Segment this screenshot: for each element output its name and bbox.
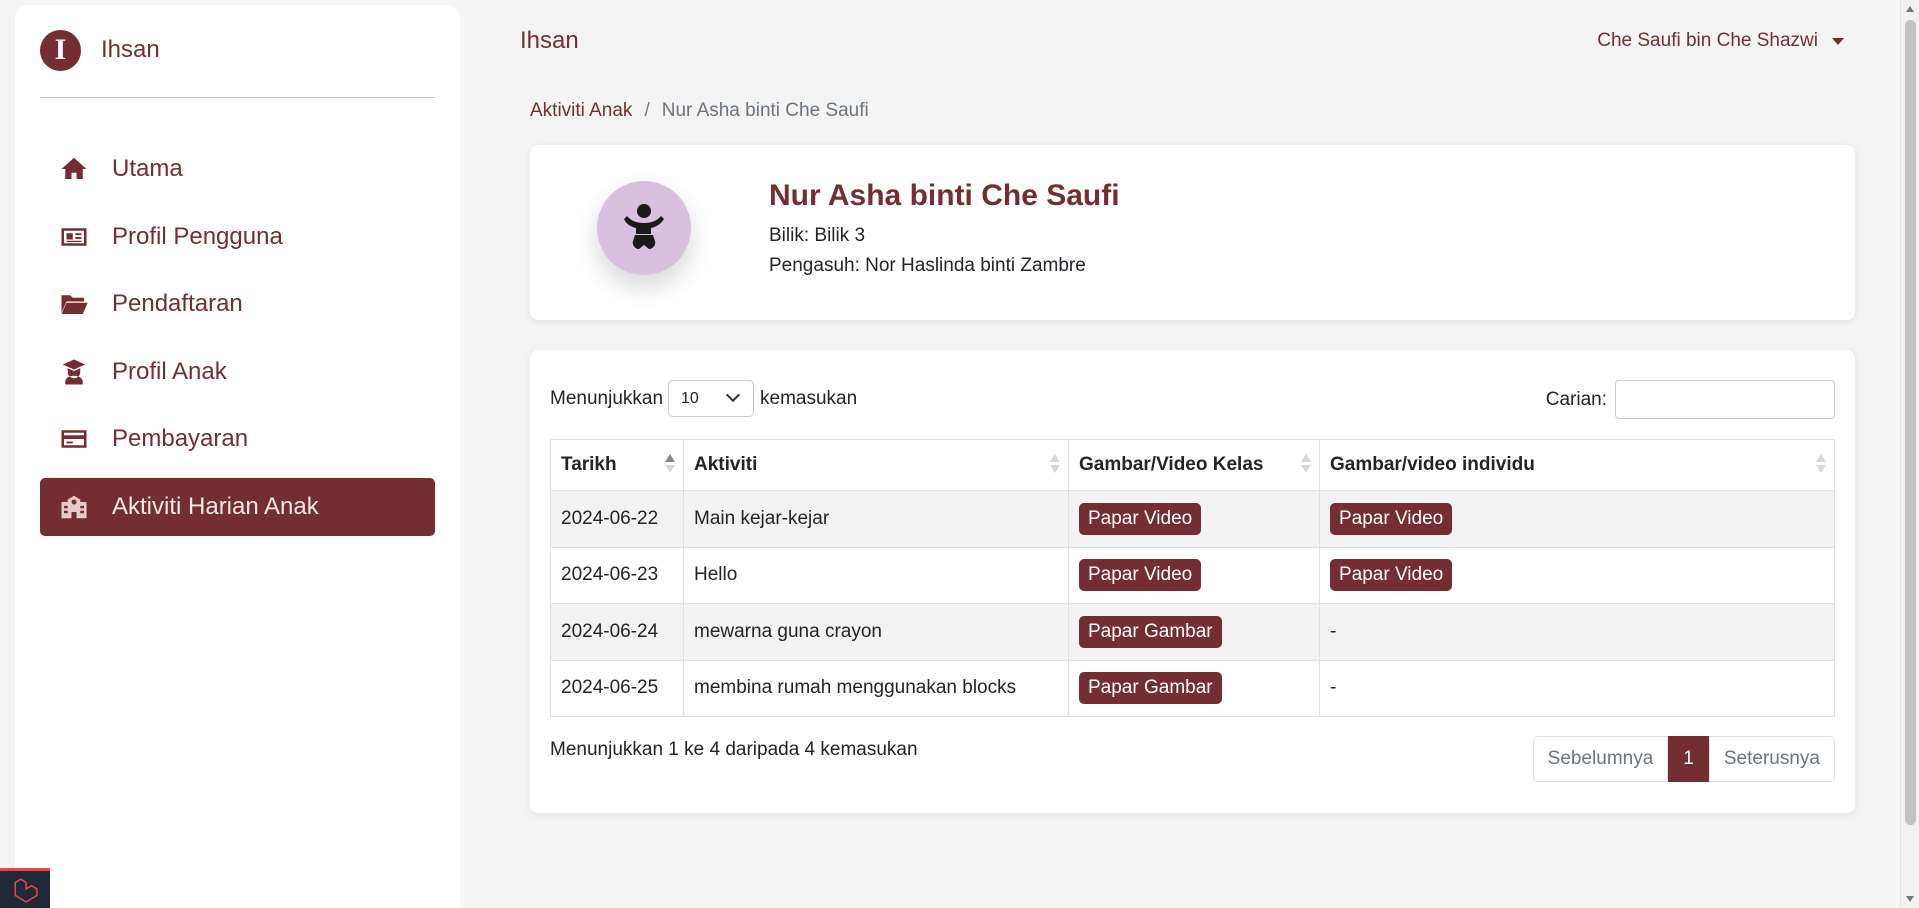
sidebar-item-label: Pembayaran	[112, 425, 249, 452]
home-icon	[58, 153, 90, 185]
show-video-button[interactable]: Papar Video	[1330, 502, 1453, 535]
show-video-button[interactable]: Papar Video	[1330, 559, 1453, 592]
entries-label: kemasukan	[760, 387, 858, 409]
pagination-next-button[interactable]: Seterusnya	[1708, 736, 1835, 782]
page-length-control: Menunjukkan 10 kemasukan	[550, 380, 857, 417]
cell-date: 2024-06-23	[550, 546, 684, 604]
sidebar-item-pendaftaran[interactable]: Pendaftaran	[40, 275, 435, 333]
show-label: Menunjukkan	[550, 387, 664, 409]
table-row: 2024-06-24 mewarna guna crayon Papar Gam…	[550, 603, 1835, 661]
column-header-gambar-video-kelas[interactable]: Gambar/Video Kelas	[1068, 439, 1320, 491]
cell-activity: membina rumah menggunakan blocks	[683, 659, 1069, 717]
child-name: Nur Asha binti Che Saufi	[769, 179, 1120, 212]
breadcrumb-separator: /	[644, 100, 650, 121]
activity-table: Tarikh Aktiviti Gambar/Video Kelas Gamba…	[550, 439, 1835, 717]
scroll-down-arrow-icon[interactable]	[1906, 896, 1914, 902]
column-header-aktiviti[interactable]: Aktiviti	[683, 439, 1069, 491]
cell-class-media: Papar Video	[1068, 546, 1320, 604]
show-video-button[interactable]: Papar Video	[1079, 559, 1202, 592]
credit-card-icon	[58, 423, 90, 455]
sort-icon	[1816, 454, 1826, 474]
sidebar-item-pembayaran[interactable]: Pembayaran	[40, 410, 435, 468]
search-input[interactable]	[1615, 380, 1835, 419]
activity-table-card: Menunjukkan 10 kemasukan Carian: Tarikh …	[530, 350, 1855, 813]
cell-individual-media: -	[1319, 603, 1835, 661]
caret-down-icon	[1832, 37, 1844, 45]
child-caregiver: Pengasuh: Nor Haslinda binti Zambre	[769, 255, 1086, 276]
pagination: Sebelumnya 1 Seterusnya	[1532, 736, 1835, 782]
table-row: 2024-06-23 Hello Papar Video Papar Video	[550, 546, 1835, 604]
child-profile-card: Nur Asha binti Che Saufi Bilik: Bilik 3 …	[530, 145, 1855, 320]
graduate-icon	[58, 356, 90, 388]
avatar	[597, 181, 691, 275]
table-row: 2024-06-22 Main kejar-kejar Papar Video …	[550, 490, 1835, 548]
sort-asc-icon	[665, 454, 675, 474]
cell-class-media: Papar Gambar	[1068, 603, 1320, 661]
baby-icon	[624, 204, 664, 249]
sidebar-item-utama[interactable]: Utama	[40, 140, 435, 198]
cell-individual-media: Papar Video	[1319, 490, 1835, 548]
sidebar-item-label: Profil Pengguna	[112, 222, 283, 250]
cell-date: 2024-06-25	[550, 659, 684, 717]
breadcrumb-current: Nur Asha binti Che Saufi	[661, 100, 869, 121]
brand-name: Ihsan	[101, 36, 160, 63]
sidebar-item-aktiviti-harian-anak[interactable]: Aktiviti Harian Anak	[40, 477, 435, 536]
sidebar-item-label: Pendaftaran	[112, 290, 243, 317]
sidebar-item-label: Aktiviti Harian Anak	[112, 492, 319, 520]
child-room: Bilik: Bilik 3	[769, 225, 866, 246]
column-header-gambar-video-individu[interactable]: Gambar/video individu	[1319, 439, 1835, 491]
brand-logo: I	[40, 29, 81, 71]
table-row: 2024-06-25 membina rumah menggunakan blo…	[550, 659, 1835, 717]
sidebar: I Ihsan Utama Profil Pengguna Pendaftara…	[15, 5, 460, 908]
app-title: Ihsan	[520, 27, 579, 54]
sort-icon	[1301, 454, 1311, 474]
sidebar-item-profil-anak[interactable]: Profil Anak	[40, 343, 435, 401]
show-image-button[interactable]: Papar Gambar	[1079, 672, 1222, 705]
pagination-page-1[interactable]: 1	[1668, 736, 1709, 782]
chevron-down-icon	[725, 387, 741, 403]
cell-class-media: Papar Video	[1068, 490, 1320, 548]
show-video-button[interactable]: Papar Video	[1079, 502, 1202, 535]
laravel-logo-icon	[14, 877, 38, 903]
table-header-row: Tarikh Aktiviti Gambar/Video Kelas Gamba…	[550, 439, 1835, 491]
sidebar-item-label: Profil Anak	[112, 357, 227, 385]
scroll-up-arrow-icon[interactable]	[1906, 6, 1914, 12]
show-image-button[interactable]: Papar Gambar	[1079, 615, 1222, 648]
vertical-scrollbar[interactable]	[1900, 0, 1919, 908]
page-length-select[interactable]: 10	[668, 380, 755, 417]
brand[interactable]: I Ihsan	[40, 29, 160, 71]
cell-activity: Hello	[683, 546, 1069, 604]
sidebar-item-label: Utama	[112, 155, 183, 182]
search-label: Carian:	[1545, 388, 1607, 410]
sidebar-item-profil-pengguna[interactable]: Profil Pengguna	[40, 208, 435, 266]
sort-icon	[1050, 454, 1060, 474]
sidebar-divider	[40, 97, 435, 98]
column-header-tarikh[interactable]: Tarikh	[550, 439, 684, 491]
cell-date: 2024-06-24	[550, 603, 684, 661]
search-control: Carian:	[1546, 380, 1835, 419]
debugbar-toggle[interactable]	[0, 868, 50, 908]
breadcrumb: Aktiviti Anak / Nur Asha binti Che Saufi	[530, 100, 869, 122]
page-length-value: 10	[681, 389, 699, 407]
id-card-icon	[58, 221, 90, 253]
pagination-previous-button[interactable]: Sebelumnya	[1532, 736, 1669, 782]
table-info: Menunjukkan 1 ke 4 daripada 4 kemasukan	[550, 739, 918, 760]
cell-date: 2024-06-22	[550, 490, 684, 548]
cell-activity: mewarna guna crayon	[683, 603, 1069, 661]
breadcrumb-link-aktiviti-anak[interactable]: Aktiviti Anak	[530, 100, 632, 122]
cell-activity: Main kejar-kejar	[683, 490, 1069, 548]
school-icon	[58, 491, 90, 523]
cell-individual-media: -	[1319, 659, 1835, 717]
user-name: Che Saufi bin Che Shazwi	[1597, 30, 1818, 51]
user-menu-dropdown[interactable]: Che Saufi bin Che Shazwi	[1597, 30, 1844, 52]
scrollbar-thumb[interactable]	[1905, 20, 1916, 825]
sidebar-nav: Utama Profil Pengguna Pendaftaran Profil…	[40, 140, 435, 545]
cell-individual-media: Papar Video	[1319, 546, 1835, 604]
folder-open-icon	[58, 288, 90, 320]
cell-class-media: Papar Gambar	[1068, 659, 1320, 717]
